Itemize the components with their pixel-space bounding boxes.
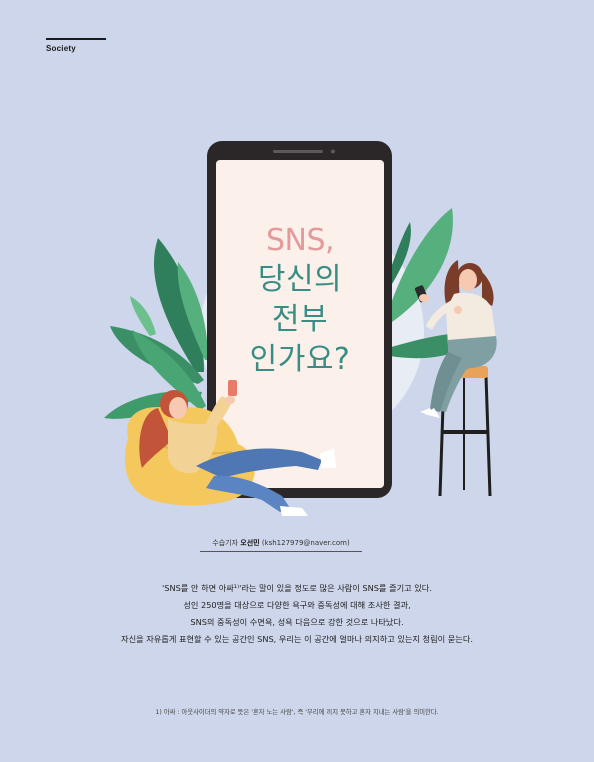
footnote: 1) 아싸 : 아웃사이더의 약자로 뜻은 '혼자 노는 사람', 즉 '무리에… (155, 709, 439, 716)
title-line-2: 당신의 (257, 262, 343, 297)
intro-line-1: 'SNS를 안 하면 아싸¹⁾'라는 말이 있을 정도로 많은 사람이 SNS를… (162, 583, 432, 593)
intro-paragraph: 'SNS를 안 하면 아싸¹⁾'라는 말이 있을 정도로 많은 사람이 SNS를… (60, 580, 534, 648)
byline-name: 오선민 (240, 539, 260, 547)
byline-email: (ksh127979@naver.com) (261, 539, 350, 547)
title-line-4: 인가요? (249, 342, 351, 377)
title-line-3: 전부 (271, 302, 329, 337)
byline-role: 수습기자 (212, 539, 239, 547)
title-line-1: SNS, (265, 223, 335, 258)
intro-line-2: 성인 250명을 대상으로 다양한 욕구와 중독성에 대해 조사한 결과, (183, 600, 411, 610)
intro-line-4: 자신을 자유롭게 표현할 수 있는 공간인 SNS, 우리는 이 공간에 얼마나… (121, 634, 473, 644)
woman-on-stool-illustration (414, 260, 497, 497)
intro-line-3: SNS의 중독성이 수면욕, 성욕 다음으로 강한 것으로 나타났다. (190, 617, 404, 627)
title-block: SNS, 당신의 전부 인가요? (216, 222, 384, 380)
left-leaves-illustration (104, 238, 208, 419)
byline: 수습기자 오선민 (ksh127979@naver.com) (200, 538, 362, 552)
